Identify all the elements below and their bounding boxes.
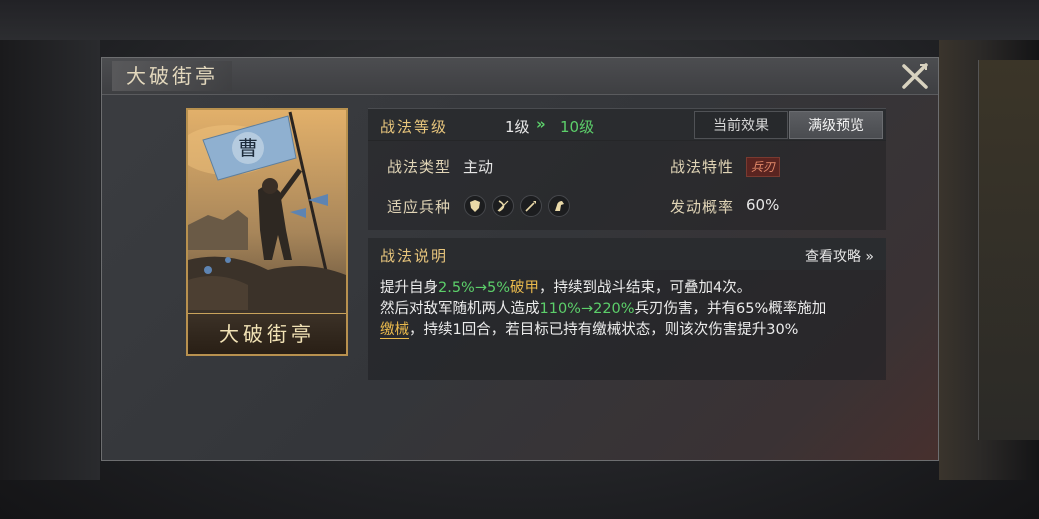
skill-card-name: 大破街亭: [188, 313, 346, 354]
flag-char: 曹: [238, 136, 258, 160]
horse-icon: [548, 195, 570, 217]
level-from: 1级: [505, 118, 530, 136]
description-body: 提升自身2.5%→5%破甲，持续到战斗结束，可叠加4次。 然后对敌军随机两人造成…: [368, 270, 886, 380]
close-button[interactable]: [900, 61, 930, 91]
view-guide-link[interactable]: 查看攻略 »: [805, 246, 874, 266]
panel-title: 大破街亭: [112, 61, 232, 91]
skill-type-label: 战法类型: [387, 158, 452, 176]
level-label: 战法等级: [380, 118, 449, 136]
trigger-chance-label: 发动概率: [670, 198, 735, 216]
troop-type-label: 适应兵种: [387, 198, 452, 216]
skill-trait-label: 战法特性: [670, 158, 735, 176]
description-header: 战法说明 查看攻略 »: [368, 238, 886, 270]
close-icon[interactable]: [900, 61, 930, 91]
tab-current-effect[interactable]: 当前效果: [694, 111, 788, 139]
bow-icon: [492, 195, 514, 217]
description-line-1: 提升自身2.5%→5%破甲，持续到战斗结束，可叠加4次。: [380, 280, 752, 296]
shield-icon: [464, 195, 486, 217]
armor-break-keyword[interactable]: 破甲: [510, 280, 539, 296]
skill-trait-badge: 兵刃: [746, 157, 781, 177]
description-title: 战法说明: [380, 247, 449, 265]
tab-max-level-preview[interactable]: 满级预览: [789, 111, 883, 139]
trigger-chance-value: 60%: [746, 196, 780, 214]
skill-card: 曹 大破街亭: [186, 108, 348, 356]
background-top-bar: [0, 0, 1039, 40]
background-right-strip: [978, 60, 1039, 440]
level-header: 战法等级 1级 » 10级 当前效果 满级预览: [368, 108, 886, 141]
level-arrow-icon: »: [536, 115, 546, 133]
spear-icon: [520, 195, 542, 217]
level-to: 10级: [560, 118, 595, 136]
armor-break-value: 2.5%→5%: [438, 280, 510, 296]
disarm-keyword[interactable]: 缴械: [380, 322, 409, 339]
description-line-2: 然后对敌军随机两人造成110%→220%兵刃伤害，并有65%概率施加: [380, 301, 827, 317]
damage-value: 110%→220%: [539, 301, 635, 317]
skill-type-value: 主动: [463, 158, 494, 176]
skill-detail-panel: 大破街亭 曹 大破街亭 战法等级 1级 » 10级 当前效果 满级预览 战法类型…: [101, 57, 939, 461]
background-left: [0, 40, 100, 480]
description-line-3: 缴械，持续1回合，若目标已持有缴械状态，则该次伤害提升30%: [380, 322, 799, 339]
skill-info: 战法类型 主动 战法特性 兵刃 适应兵种 发动概率 60%: [368, 140, 886, 230]
panel-titlebar: 大破街亭: [102, 58, 938, 95]
